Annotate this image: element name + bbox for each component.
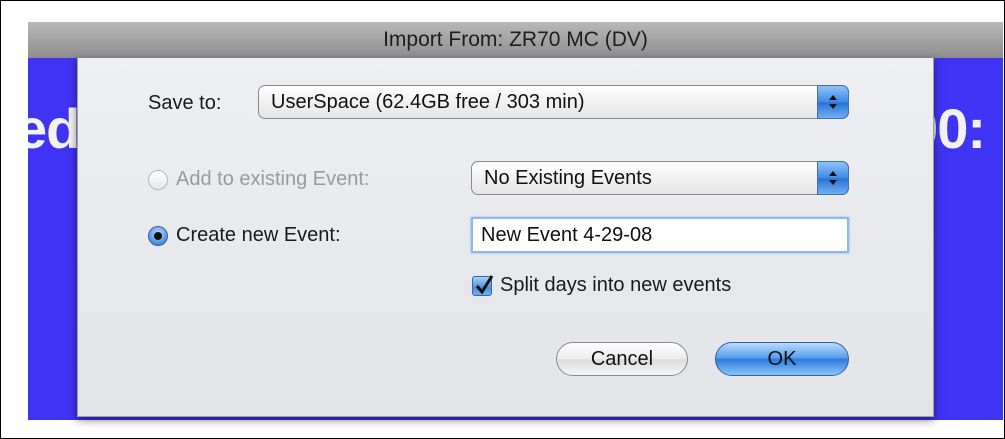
split-days-checkbox[interactable] bbox=[472, 275, 494, 296]
save-to-value: UserSpace (62.4GB free / 303 min) bbox=[271, 91, 585, 113]
create-new-event-label: Create new Event: bbox=[176, 224, 341, 246]
split-days-label: Split days into new events bbox=[500, 274, 732, 296]
save-to-label: Save to: bbox=[148, 92, 222, 114]
ok-button[interactable]: OK bbox=[715, 342, 849, 376]
cancel-button[interactable]: Cancel bbox=[556, 342, 688, 376]
window-title-bar: Import From: ZR70 MC (DV) bbox=[28, 22, 1003, 59]
event-name-input[interactable] bbox=[471, 217, 849, 253]
radio-selected-dot bbox=[154, 232, 162, 240]
import-dialog-sheet: Save to: UserSpace (62.4GB free / 303 mi… bbox=[77, 58, 934, 417]
existing-events-value: No Existing Events bbox=[484, 167, 652, 189]
popup-arrows-icon bbox=[817, 161, 849, 195]
create-new-event-radio[interactable] bbox=[148, 226, 168, 246]
add-existing-event-radio[interactable] bbox=[148, 170, 168, 190]
popup-arrows-icon bbox=[817, 85, 849, 119]
save-to-popup[interactable]: UserSpace (62.4GB free / 303 min) bbox=[258, 85, 849, 119]
checkmark-icon bbox=[475, 275, 494, 295]
add-existing-event-label: Add to existing Event: bbox=[176, 168, 370, 190]
background-text-left: ed bbox=[28, 97, 80, 160]
window-title: Import From: ZR70 MC (DV) bbox=[383, 28, 648, 51]
existing-events-popup[interactable]: No Existing Events bbox=[471, 161, 849, 195]
